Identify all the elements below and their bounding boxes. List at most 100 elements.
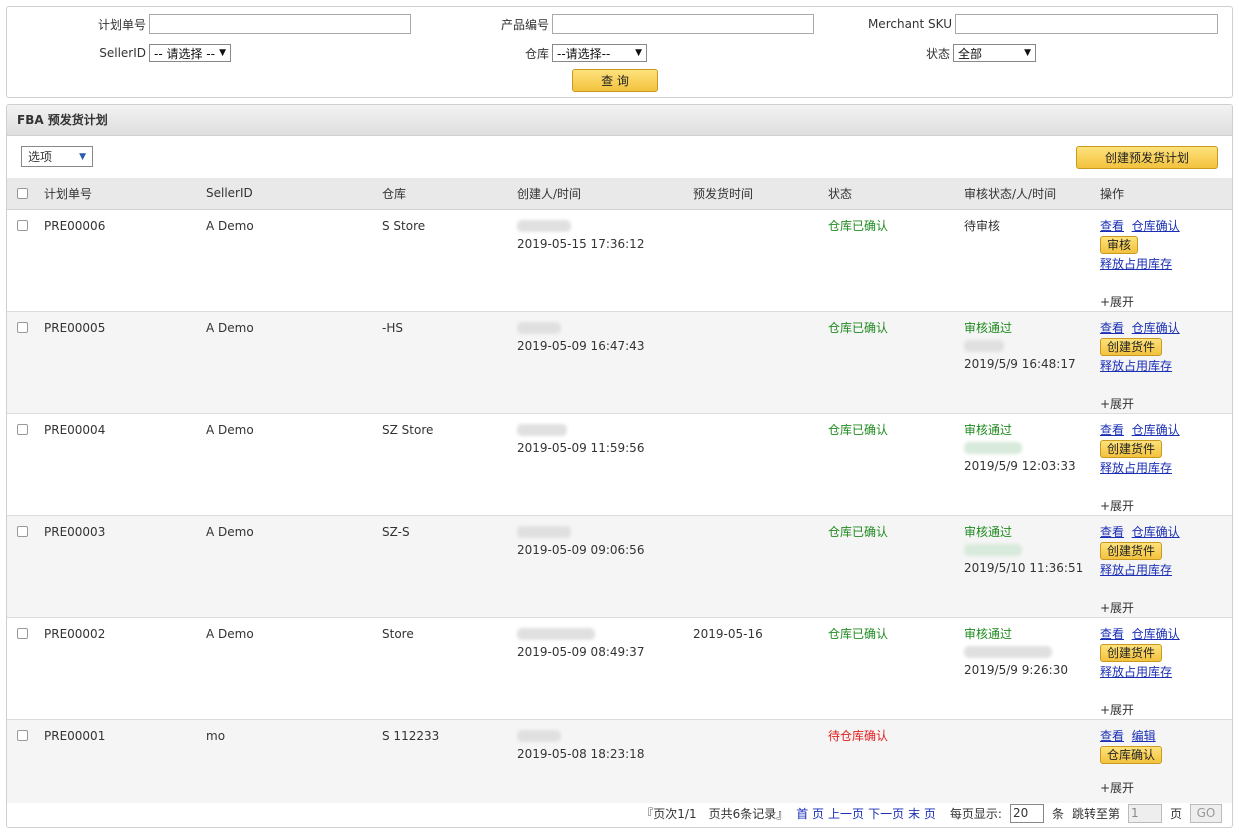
- redacted-creator: [517, 220, 571, 232]
- review-button[interactable]: 审核: [1100, 235, 1139, 254]
- jump-page-input[interactable]: 1: [1127, 803, 1162, 823]
- table-row: PRE00004 A Demo SZ Store 2019-05-09 11:5…: [7, 413, 1232, 515]
- warehouse-confirm-link[interactable]: 仓库确认: [1132, 627, 1180, 641]
- warehouse: -HS: [382, 320, 403, 335]
- plan-no-input[interactable]: [149, 14, 411, 34]
- per-page-input[interactable]: 20: [1009, 803, 1044, 823]
- col-creator-time: 创建人/时间: [517, 186, 582, 201]
- query-button[interactable]: 查 询: [572, 69, 658, 92]
- merchant-sku-label: Merchant SKU: [867, 17, 952, 31]
- row-checkbox[interactable]: [17, 627, 28, 639]
- seller-id: mo: [206, 728, 226, 743]
- col-plan-no: 计划单号: [44, 186, 93, 201]
- create-shipment-button[interactable]: 创建货件: [1100, 643, 1163, 662]
- redacted-reviewer: [964, 340, 1004, 352]
- go-button[interactable]: GO: [1190, 803, 1222, 823]
- warehouse: S Store: [382, 218, 426, 233]
- col-review: 审核状态/人/时间: [964, 186, 1057, 201]
- table-row: PRE00001 mo S 112233 2019-05-08 18:23:18…: [7, 719, 1232, 803]
- filter-row-2: SellerID -- 请选择 -- ▼ 仓库 --请选择-- ▼ 状态 全部 …: [7, 44, 1036, 62]
- table-row: PRE00002 A Demo Store 2019-05-09 08:49:3…: [7, 617, 1232, 719]
- seller-id: A Demo: [206, 320, 254, 335]
- row-checkbox[interactable]: [17, 321, 28, 333]
- view-link[interactable]: 查看: [1100, 729, 1124, 743]
- table-row: PRE00003 A Demo SZ-S 2019-05-09 09:06:56…: [7, 515, 1232, 617]
- seller-id: A Demo: [206, 626, 254, 641]
- plan-no: PRE00003: [44, 524, 106, 539]
- create-shipment-button[interactable]: 创建货件: [1100, 337, 1163, 356]
- row-actions: 查看 仓库确认 创建货件 释放占用库存 +展开: [1100, 413, 1232, 515]
- ship-date: [693, 413, 828, 515]
- create-shipment-button[interactable]: 创建货件: [1100, 541, 1163, 560]
- status: 仓库已确认: [828, 626, 889, 641]
- row-checkbox[interactable]: [17, 525, 28, 537]
- release-stock-link[interactable]: 释放占用库存: [1100, 359, 1172, 373]
- chevron-down-icon: ▼: [635, 48, 642, 58]
- review-status: 审核通过: [964, 422, 1013, 437]
- expand-toggle[interactable]: +展开: [1100, 293, 1232, 311]
- options-label: 选项: [28, 150, 53, 164]
- status-select[interactable]: 全部 ▼: [953, 44, 1036, 62]
- plan-table: 计划单号 SellerID 仓库 创建人/时间 预发货时间 状态 审核状态/人/…: [7, 178, 1232, 803]
- warehouse-confirm-link[interactable]: 仓库确认: [1132, 525, 1180, 539]
- row-checkbox[interactable]: [17, 729, 28, 741]
- edit-link[interactable]: 编辑: [1132, 729, 1156, 743]
- expand-toggle[interactable]: +展开: [1100, 779, 1232, 797]
- row-checkbox[interactable]: [17, 423, 28, 435]
- expand-toggle[interactable]: +展开: [1100, 701, 1232, 719]
- filter-row-1: 计划单号 产品编号 Merchant SKU: [7, 14, 1218, 34]
- options-select[interactable]: 选项 ▼: [21, 146, 93, 167]
- created-time: 2019-05-15 17:36:12: [517, 236, 645, 251]
- created-time: 2019-05-09 08:49:37: [517, 644, 645, 659]
- view-link[interactable]: 查看: [1100, 219, 1124, 233]
- ship-date: [693, 311, 828, 413]
- merchant-sku-input[interactable]: [955, 14, 1218, 34]
- warehouse-confirm-button[interactable]: 仓库确认: [1100, 745, 1163, 764]
- page-summary: 『页次1/1 页共6条记录』: [641, 806, 789, 821]
- view-link[interactable]: 查看: [1100, 627, 1124, 641]
- review-status: 审核通过: [964, 626, 1013, 641]
- release-stock-link[interactable]: 释放占用库存: [1100, 461, 1172, 475]
- create-shipment-button[interactable]: 创建货件: [1100, 439, 1163, 458]
- warehouse: SZ-S: [382, 524, 410, 539]
- chevron-down-icon: ▼: [219, 48, 226, 58]
- redacted-reviewer: [964, 544, 1022, 556]
- first-page-link[interactable]: 首 页: [796, 805, 824, 822]
- col-warehouse: 仓库: [382, 186, 407, 201]
- warehouse: SZ Store: [382, 422, 434, 437]
- created-time: 2019-05-08 18:23:18: [517, 746, 645, 761]
- release-stock-link[interactable]: 释放占用库存: [1100, 257, 1172, 271]
- plan-no: PRE00006: [44, 218, 106, 233]
- warehouse-confirm-link[interactable]: 仓库确认: [1132, 423, 1180, 437]
- view-link[interactable]: 查看: [1100, 525, 1124, 539]
- seller-id-value: -- 请选择 --: [154, 46, 215, 61]
- col-actions: 操作: [1100, 186, 1125, 201]
- select-all-checkbox[interactable]: [17, 187, 28, 199]
- next-page-link[interactable]: 下一页: [868, 805, 904, 822]
- expand-toggle[interactable]: +展开: [1100, 599, 1232, 617]
- warehouse-confirm-link[interactable]: 仓库确认: [1132, 219, 1180, 233]
- row-checkbox[interactable]: [17, 219, 28, 231]
- redacted-reviewer: [964, 646, 1052, 658]
- create-plan-button[interactable]: 创建预发货计划: [1076, 146, 1218, 169]
- table-row: PRE00006 A Demo S Store 2019-05-15 17:36…: [7, 209, 1232, 311]
- view-link[interactable]: 查看: [1100, 423, 1124, 437]
- row-actions: 查看 编辑 仓库确认 +展开: [1100, 719, 1232, 803]
- seller-id-select[interactable]: -- 请选择 -- ▼: [149, 44, 231, 62]
- col-seller-id: SellerID: [206, 186, 253, 201]
- warehouse-confirm-link[interactable]: 仓库确认: [1132, 321, 1180, 335]
- panel-toolbar: 选项 ▼ 创建预发货计划: [7, 136, 1232, 178]
- jump-unit: 页: [1169, 806, 1182, 821]
- release-stock-link[interactable]: 释放占用库存: [1100, 563, 1172, 577]
- view-link[interactable]: 查看: [1100, 321, 1124, 335]
- last-page-link[interactable]: 末 页: [908, 805, 936, 822]
- product-no-input[interactable]: [552, 14, 814, 34]
- plan-no: PRE00002: [44, 626, 106, 641]
- fba-plan-panel: FBA 预发货计划 选项 ▼ 创建预发货计划 计划单号 SellerID 仓库 …: [6, 104, 1233, 828]
- warehouse-select[interactable]: --请选择-- ▼: [552, 44, 647, 62]
- expand-toggle[interactable]: +展开: [1100, 497, 1232, 515]
- table-header: 计划单号 SellerID 仓库 创建人/时间 预发货时间 状态 审核状态/人/…: [7, 178, 1232, 209]
- expand-toggle[interactable]: +展开: [1100, 395, 1232, 413]
- release-stock-link[interactable]: 释放占用库存: [1100, 665, 1172, 679]
- prev-page-link[interactable]: 上一页: [828, 805, 864, 822]
